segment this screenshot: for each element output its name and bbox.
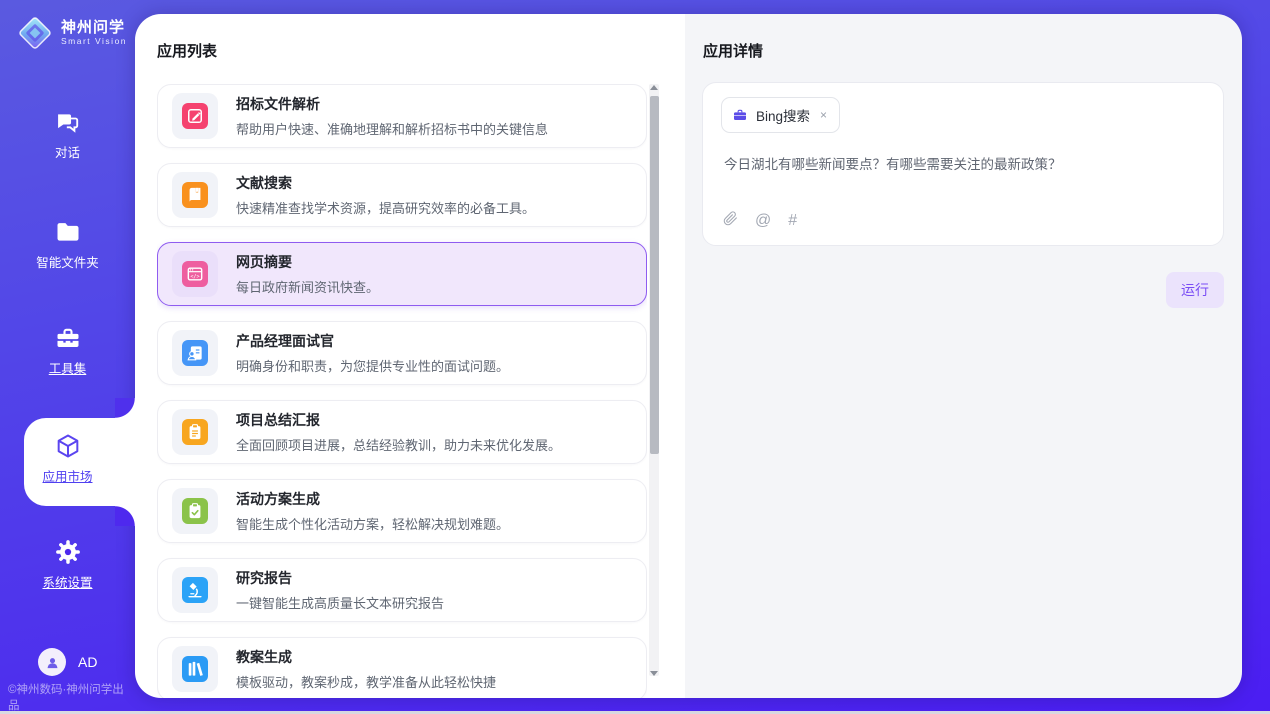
user-name: AD xyxy=(78,654,97,670)
app-name: 文献搜索 xyxy=(236,173,535,193)
app-name: 项目总结汇报 xyxy=(236,410,561,430)
brand-subtitle: Smart Vision xyxy=(61,36,127,46)
cube-icon xyxy=(54,432,82,460)
sidebar: 神州问学 Smart Vision 对话 智能文件夹 工具集 xyxy=(0,0,135,714)
app-card-lesson-plan[interactable]: 教案生成 模板驱动，教案秒成，教学准备从此轻松快捷 xyxy=(157,637,647,698)
book-icon xyxy=(182,182,208,208)
app-list-scrollbar[interactable] xyxy=(649,84,659,676)
app-desc: 快速精准查找学术资源，提高研究效率的必备工具。 xyxy=(236,198,535,217)
books-icon xyxy=(182,656,208,682)
app-desc: 明确身份和职责，为您提供专业性的面试问题。 xyxy=(236,356,509,375)
app-list-panel: 应用列表 招标文件解析 帮助用户快速 xyxy=(135,14,685,698)
app-name: 研究报告 xyxy=(236,568,444,588)
sidebar-item-smart-folder[interactable]: 智能文件夹 xyxy=(0,218,135,271)
app-icon-tile xyxy=(172,172,218,218)
run-button[interactable]: 运行 xyxy=(1166,272,1224,308)
query-input[interactable]: 今日湖北有哪些新闻要点？有哪些需要关注的最新政策？ xyxy=(724,153,1203,173)
sidebar-item-label: 系统设置 xyxy=(42,572,92,591)
app-desc: 帮助用户快速、准确地理解和解析招标书中的关键信息 xyxy=(236,119,548,138)
folder-icon xyxy=(54,218,82,246)
tool-chip-label: Bing搜索 xyxy=(756,105,810,125)
sidebar-item-label: 智能文件夹 xyxy=(36,252,99,271)
scroll-down-arrow-icon[interactable] xyxy=(649,668,659,678)
app-card-pm-interviewer[interactable]: 产品经理面试官 明确身份和职责，为您提供专业性的面试问题。 xyxy=(157,321,647,385)
sidebar-item-toolset[interactable]: 工具集 xyxy=(0,324,135,377)
hashtag-icon[interactable]: # xyxy=(788,213,797,229)
app-icon-tile xyxy=(172,330,218,376)
toolbox-icon xyxy=(54,324,82,352)
app-card-tender-analysis[interactable]: 招标文件解析 帮助用户快速、准确地理解和解析招标书中的关键信息 xyxy=(157,84,647,148)
app-name: 招标文件解析 xyxy=(236,94,548,114)
diamond-logo-icon xyxy=(16,14,54,52)
scroll-up-arrow-icon[interactable] xyxy=(649,82,659,92)
user-account[interactable]: AD xyxy=(38,648,97,676)
app-desc: 模板驱动，教案秒成，教学准备从此轻松快捷 xyxy=(236,672,496,691)
app-name: 教案生成 xyxy=(236,647,496,667)
app-icon-tile: </> xyxy=(172,251,218,297)
app-desc: 每日政府新闻资讯快查。 xyxy=(236,277,379,296)
app-desc: 全面回顾项目进展，总结经验教训，助力未来优化发展。 xyxy=(236,435,561,454)
app-detail-panel: 应用详情 Bing搜索 × 今日湖北有哪些新闻要点？有哪些需要关注的最新政策？ xyxy=(685,14,1242,698)
app-icon-tile xyxy=(172,409,218,455)
scrollbar-thumb[interactable] xyxy=(650,96,659,454)
app-name: 产品经理面试官 xyxy=(236,331,509,351)
copyright-footer: ©神州数码·神州问学出品 xyxy=(8,681,135,713)
app-detail-title: 应用详情 xyxy=(703,40,763,61)
app-window: 神州问学 Smart Vision 对话 智能文件夹 工具集 xyxy=(0,0,1270,714)
person-icon xyxy=(44,654,61,671)
gear-icon xyxy=(54,538,82,566)
app-icon-tile xyxy=(172,646,218,692)
app-list-title: 应用列表 xyxy=(157,40,217,61)
sidebar-item-settings[interactable]: 系统设置 xyxy=(0,538,135,591)
tool-chip-bing-search[interactable]: Bing搜索 × xyxy=(721,97,840,133)
content-area: 应用列表 招标文件解析 帮助用户快速 xyxy=(135,14,1242,698)
chip-close-icon[interactable]: × xyxy=(818,108,829,122)
app-name: 网页摘要 xyxy=(236,252,379,272)
browser-code-icon: </> xyxy=(182,261,208,287)
app-icon-tile xyxy=(172,93,218,139)
app-card-list: 招标文件解析 帮助用户快速、准确地理解和解析招标书中的关键信息 xyxy=(157,84,647,698)
attachment-paperclip-icon[interactable] xyxy=(723,210,738,231)
composer-toolbar: @ # xyxy=(723,210,797,231)
app-icon-tile xyxy=(172,567,218,613)
sidebar-item-label: 对话 xyxy=(55,142,80,161)
avatar xyxy=(38,648,66,676)
app-card-web-summary[interactable]: </> 网页摘要 每日政府新闻资讯快查。 xyxy=(157,242,647,306)
prompt-card: Bing搜索 × 今日湖北有哪些新闻要点？有哪些需要关注的最新政策？ @ # xyxy=(702,82,1224,246)
svg-text:</>: </> xyxy=(190,274,199,280)
clipboard-check-icon xyxy=(182,498,208,524)
app-desc: 一键智能生成高质量长文本研究报告 xyxy=(236,593,444,612)
chat-icon xyxy=(54,108,82,136)
mention-at-icon[interactable]: @ xyxy=(755,213,771,229)
sidebar-item-chat[interactable]: 对话 xyxy=(0,108,135,161)
app-icon-tile xyxy=(172,488,218,534)
app-card-project-summary[interactable]: 项目总结汇报 全面回顾项目进展，总结经验教训，助力未来优化发展。 xyxy=(157,400,647,464)
app-card-research-report[interactable]: 研究报告 一键智能生成高质量长文本研究报告 xyxy=(157,558,647,622)
app-desc: 智能生成个性化活动方案，轻松解决规划难题。 xyxy=(236,514,509,533)
briefcase-icon xyxy=(732,107,748,123)
sidebar-item-label: 工具集 xyxy=(49,358,87,377)
sidebar-item-label: 应用市场 xyxy=(42,466,92,485)
doc-edit-icon xyxy=(182,103,208,129)
app-card-event-plan[interactable]: 活动方案生成 智能生成个性化活动方案，轻松解决规划难题。 xyxy=(157,479,647,543)
microscope-icon xyxy=(182,577,208,603)
brand-logo: 神州问学 Smart Vision xyxy=(16,14,127,52)
app-card-literature-search[interactable]: 文献搜索 快速精准查找学术资源，提高研究效率的必备工具。 xyxy=(157,163,647,227)
brand-text: 神州问学 Smart Vision xyxy=(61,20,127,47)
interview-icon xyxy=(182,340,208,366)
app-name: 活动方案生成 xyxy=(236,489,509,509)
brand-name: 神州问学 xyxy=(61,20,127,37)
sidebar-item-app-market[interactable]: 应用市场 xyxy=(0,432,135,485)
clipboard-icon xyxy=(182,419,208,445)
